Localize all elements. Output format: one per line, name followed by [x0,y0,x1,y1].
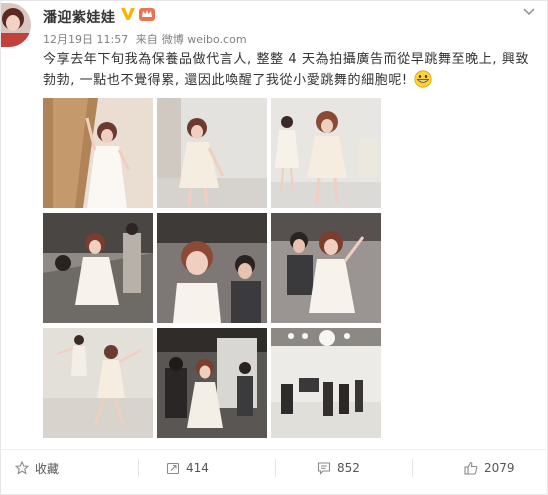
photo-3[interactable] [271,98,381,208]
repost-button[interactable]: 414 [166,449,209,487]
photo-6[interactable] [271,213,381,323]
star-icon [15,461,29,475]
chevron-down-icon[interactable] [521,6,537,18]
post-text: 今享去年下旬我為保養品做代言人, 整整 4 天為拍攝廣告而從早跳舞至晚上, 興致… [43,49,539,91]
repost-icon [166,462,180,475]
avatar[interactable] [1,3,31,47]
photo-2[interactable] [157,98,267,208]
vip-v-icon [121,8,135,20]
comment-icon [317,462,331,475]
photo-4[interactable] [43,213,153,323]
post-body: 今享去年下旬我為保養品做代言人, 整整 4 天為拍攝廣告而從早跳舞至晚上, 興致… [43,52,530,88]
action-divider [412,459,413,477]
favorite-label: 收藏 [35,461,60,476]
member-crown-icon[interactable] [138,6,156,22]
comment-count: 852 [337,461,360,475]
source-prefix: 来自 [135,33,158,46]
username[interactable]: 潘迎紫娃娃 [43,7,116,27]
favorite-button[interactable]: 收藏 [15,449,59,487]
post-source[interactable]: 微博 weibo.com [162,33,247,46]
photo-grid [43,98,381,439]
comment-button[interactable]: 852 [317,449,360,487]
like-count: 2079 [484,461,515,475]
action-divider [138,459,139,477]
post-meta: 12月19日 11:57 来自 微博 weibo.com [43,31,251,47]
weibo-post-card: 潘迎紫娃娃 12月19日 11:57 来自 微博 weibo.com 今享去年下旬… [0,0,548,495]
post-date[interactable]: 12月19日 11:57 [43,33,128,46]
action-divider [275,459,276,477]
photo-8[interactable] [157,328,267,438]
photo-5[interactable] [157,213,267,323]
grin-emoji-icon [414,70,433,88]
photo-1[interactable] [43,98,153,208]
photo-7[interactable] [43,328,153,438]
repost-count: 414 [186,461,209,475]
thumbs-up-icon [464,461,478,475]
like-button[interactable]: 2079 [464,449,515,487]
photo-9[interactable] [271,328,381,438]
